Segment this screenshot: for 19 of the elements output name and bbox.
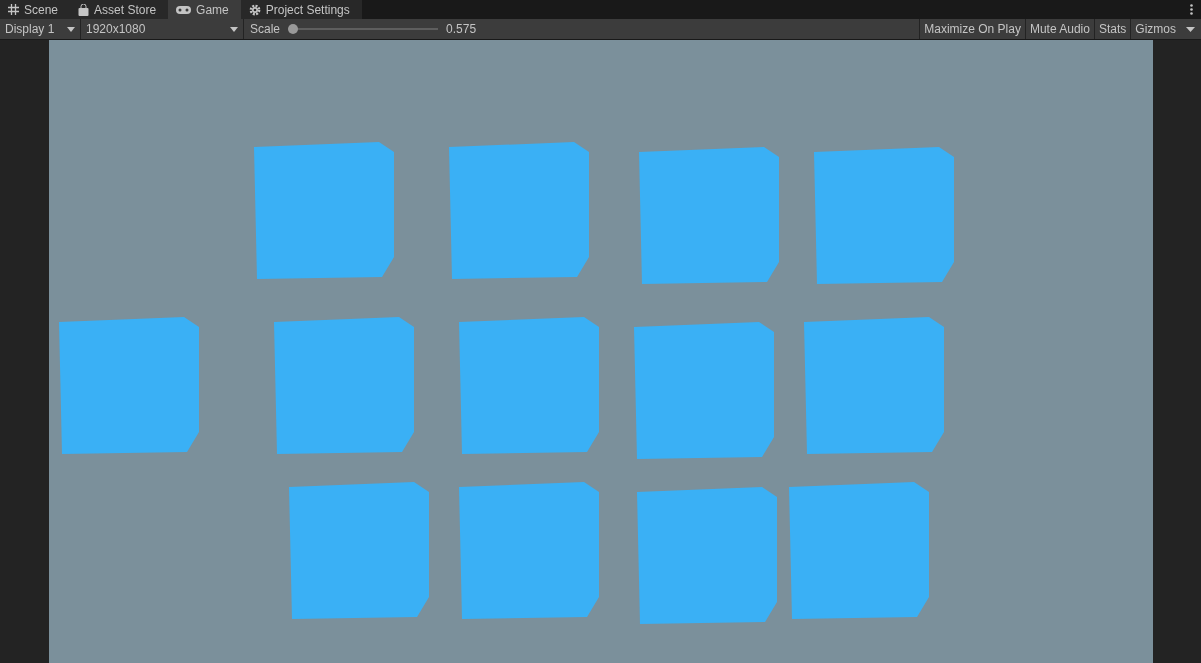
toggle-button[interactable]: Maximize On Play <box>919 19 1025 39</box>
gear-icon <box>248 3 261 16</box>
tab[interactable]: Game <box>168 0 241 19</box>
tab[interactable]: Project Settings <box>240 0 362 19</box>
tab[interactable]: Asset Store <box>70 0 169 19</box>
caret-icon <box>67 26 75 32</box>
toggle-button[interactable]: Mute Audio <box>1024 19 1094 39</box>
caret-icon <box>230 26 238 32</box>
scale-label: Scale <box>250 22 281 36</box>
grid-icon <box>8 4 19 15</box>
toggle-button[interactable]: Gizmos <box>1130 19 1180 39</box>
tab[interactable]: Scene <box>0 0 71 19</box>
display-dropdown[interactable]: Display 1 <box>0 19 81 39</box>
scale-value: 0.575 <box>446 22 477 36</box>
more-options-icon[interactable] <box>1190 4 1193 15</box>
gamepad-icon <box>176 4 192 15</box>
caret-icon[interactable] <box>1186 26 1195 32</box>
resolution-dropdown[interactable]: 1920x1080 <box>81 19 244 39</box>
toggle-button[interactable]: Stats <box>1093 19 1131 39</box>
